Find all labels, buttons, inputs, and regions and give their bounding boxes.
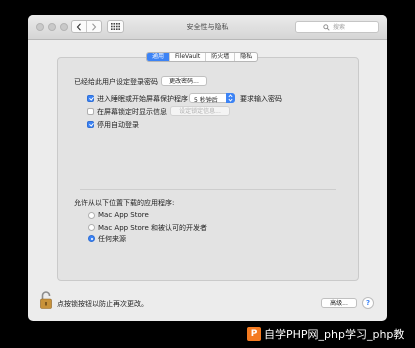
help-button[interactable]: ? xyxy=(362,297,374,309)
set-lock-message-button[interactable]: 设定锁定信息... xyxy=(170,106,230,116)
lock-icon[interactable] xyxy=(40,291,52,309)
require-password-checkbox[interactable] xyxy=(87,95,94,102)
search-field[interactable] xyxy=(295,21,379,33)
general-pane xyxy=(57,57,359,281)
section-divider xyxy=(80,189,336,190)
search-icon xyxy=(323,24,330,31)
require-password-suffix: 要求输入密码 xyxy=(240,95,282,103)
lock-hint-text: 点按锁按钮以防止再次更改。 xyxy=(57,300,148,308)
change-password-button[interactable]: 更改密码... xyxy=(161,76,207,86)
option-mac-app-store-label: Mac App Store xyxy=(98,211,149,219)
watermark-text: 自学PHP网_php学习_php教 xyxy=(264,328,405,341)
tab-privacy[interactable]: 隐私 xyxy=(235,53,257,61)
lock-message-checkbox[interactable] xyxy=(87,108,94,115)
radio-mac-app-store[interactable] xyxy=(88,212,95,219)
tab-bar: 通用 FileVault 防火墙 隐私 xyxy=(146,52,259,62)
password-delay-value: 5 秒钟后 xyxy=(194,97,218,104)
lock-message-label: 在屏幕锁定时显示信息 xyxy=(97,108,167,116)
advanced-button[interactable]: 高级... xyxy=(321,298,357,308)
tab-general[interactable]: 通用 xyxy=(147,53,171,61)
watermark: P 自学PHP网_php学习_php教 xyxy=(247,324,404,344)
title-bar: 安全性与隐私 xyxy=(28,15,387,40)
option-anywhere-label: 任何来源 xyxy=(98,235,126,243)
disable-auto-login-checkbox[interactable] xyxy=(87,121,94,128)
downloads-heading: 允许从以下位置下载的应用程序: xyxy=(74,199,175,207)
radio-identified-developers[interactable] xyxy=(88,224,95,231)
radio-anywhere[interactable] xyxy=(88,235,95,242)
watermark-logo: P xyxy=(247,327,261,341)
search-input[interactable] xyxy=(333,22,377,32)
require-password-label: 进入睡眠或开始屏幕保护程序 xyxy=(97,95,188,103)
tab-filevault[interactable]: FileVault xyxy=(170,53,207,61)
password-delay-select[interactable]: 5 秒钟后 xyxy=(189,93,235,104)
preferences-window: 安全性与隐私 通用 FileVault 防火墙 隐私 已经给此用户设定登录密码 … xyxy=(28,15,387,321)
updown-arrows-icon xyxy=(226,93,235,103)
tab-firewall[interactable]: 防火墙 xyxy=(206,53,236,61)
option-identified-developers-label: Mac App Store 和被认可的开发者 xyxy=(98,224,208,232)
login-password-label: 已经给此用户设定登录密码 xyxy=(74,78,158,86)
disable-auto-login-label: 停用自动登录 xyxy=(97,121,139,129)
